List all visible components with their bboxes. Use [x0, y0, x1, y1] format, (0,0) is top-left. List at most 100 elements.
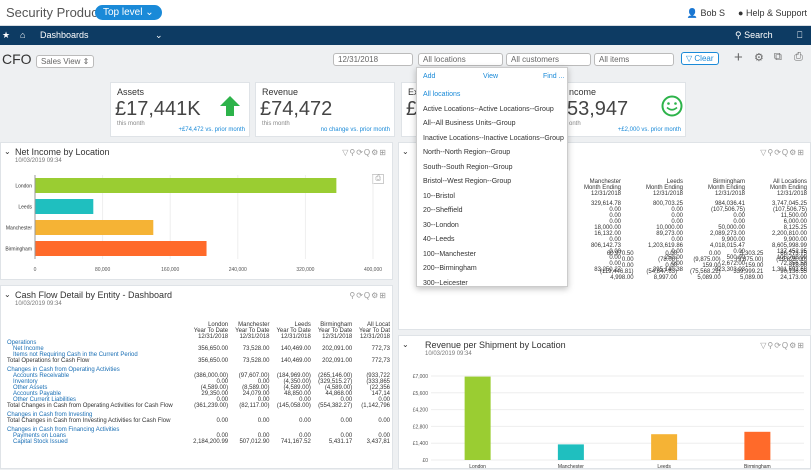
- dropdown-item[interactable]: Active Locations--Active Locations--Grou…: [423, 106, 554, 113]
- search-icon: ⚲: [735, 30, 742, 40]
- panel-tools-icons[interactable]: ▽⚲⟳Q⚙⊞: [342, 148, 387, 157]
- user-menu[interactable]: 👤 Bob S: [687, 8, 725, 19]
- locations-select[interactable]: All locations: [418, 53, 503, 66]
- kpi-sub: this month: [262, 121, 290, 127]
- panel-title: Cash Flow Detail by Entity - Dashboard: [15, 290, 173, 300]
- items-select[interactable]: All items: [594, 53, 674, 66]
- dropdown-item[interactable]: All locations: [423, 91, 460, 98]
- revenue-shipment-panel: ⌄ Revenue per Shipment by Location 10/03…: [398, 335, 811, 470]
- kpi-value: £74,472: [260, 98, 333, 120]
- x-tick-label: 240,000: [229, 267, 247, 273]
- dropdown-item[interactable]: 200--Birmingham: [423, 265, 477, 272]
- dropdown-item[interactable]: Inactive Locations--Inactive Locations--…: [423, 135, 564, 142]
- table-cell: [188, 424, 230, 433]
- panel-tools-icons[interactable]: ▽⚲⟳Q⚙⊞: [760, 148, 805, 157]
- chevron-down-icon[interactable]: ⌄: [4, 290, 11, 299]
- y-tick-label: £0: [422, 458, 428, 464]
- table-cell: 3,437,81: [366, 439, 390, 445]
- category-label: Birmingham: [744, 464, 771, 470]
- table-cell: Changes in Cash from Operating Activitie…: [7, 367, 120, 373]
- brand-name: Security Products: [6, 5, 108, 20]
- bar: [651, 434, 678, 460]
- table-cell: [354, 424, 392, 433]
- home-icon[interactable]: ⌂: [20, 30, 25, 40]
- panel-tools-icons[interactable]: ⚲⟳Q⚙⊞: [349, 291, 387, 300]
- category-label: London: [469, 464, 486, 470]
- bar: [557, 444, 584, 460]
- table-cell: [354, 364, 392, 373]
- y-tick-label: £2,800: [413, 424, 429, 430]
- chevron-down-icon[interactable]: ⌄: [402, 147, 409, 156]
- kpi-change: no change vs. prior month: [320, 127, 390, 133]
- kpi-change: +£2,000 vs. prior month: [617, 127, 681, 133]
- category-label: Leeds: [657, 464, 671, 470]
- table-cell: [271, 364, 312, 373]
- table-cell: [271, 424, 312, 433]
- date-field[interactable]: 12/31/2018: [333, 53, 413, 66]
- y-tick-label: £7,000: [413, 374, 429, 380]
- chevron-down-icon[interactable]: ⌄: [4, 147, 11, 156]
- table-cell: 5,089.00: [740, 275, 764, 281]
- copy-icon[interactable]: ⧉: [774, 51, 782, 64]
- bar: [35, 241, 207, 256]
- dropdown-item[interactable]: 40--Leeds: [423, 236, 455, 243]
- net-income-panel: ⌄ Net Income by Location 10/03/2019 09:3…: [0, 142, 393, 280]
- page-title: CFO: [2, 51, 32, 67]
- print-icon[interactable]: ⎙: [794, 51, 803, 64]
- app-header: Security Products Top level ⌄ 👤 Bob S ● …: [0, 0, 811, 26]
- dropdown-item[interactable]: 300--Leicester: [423, 280, 468, 287]
- cash-flow-panel: ⌄ Cash Flow Detail by Entity - Dashboard…: [0, 285, 393, 469]
- table-cell: [188, 364, 230, 373]
- star-icon[interactable]: ★: [2, 30, 10, 41]
- kpi-title: Revenue: [262, 87, 299, 97]
- search-button[interactable]: ⚲ Search: [735, 30, 773, 41]
- view-select[interactable]: Sales View ⇕: [36, 55, 95, 68]
- dropdown-view[interactable]: View: [483, 73, 498, 80]
- table-cell: [230, 409, 271, 418]
- top-level-selector[interactable]: Top level ⌄: [95, 5, 162, 20]
- dropdown-item[interactable]: 100--Manchester: [423, 251, 476, 258]
- panel-tools-icons[interactable]: ▽⚲⟳Q⚙⊞: [760, 341, 805, 350]
- dashboards-menu[interactable]: Dashboards: [40, 30, 89, 40]
- panel-title: Net Income by Location: [15, 147, 110, 157]
- panel-date: 10/03/2019 09:34: [15, 158, 62, 164]
- chevron-down-icon[interactable]: ⌄: [155, 30, 163, 41]
- dropdown-add[interactable]: Add: [423, 73, 435, 80]
- bar: [35, 220, 154, 235]
- bar: [744, 431, 771, 460]
- net-income-chart: 0 80,000 160,000 240,000 320,000 400,000 Londo…: [5, 175, 382, 273]
- bookmark-icon[interactable]: ⎕: [797, 30, 802, 41]
- add-icon[interactable]: +: [734, 49, 743, 66]
- dropdown-find[interactable]: Find ...: [543, 73, 564, 80]
- kpi-sub: onth: [569, 121, 581, 127]
- x-tick-label: 320,000: [296, 267, 314, 273]
- dropdown-item[interactable]: All--All Business Units--Group: [423, 120, 516, 127]
- x-tick-label: 0: [34, 267, 37, 273]
- table-header: 12/31/2018: [359, 334, 390, 340]
- dropdown-item[interactable]: 30--London: [423, 222, 459, 229]
- kpi-title: ncome: [569, 87, 597, 97]
- kpi-assets[interactable]: Assets £17,441K this month +£74,472 vs. …: [110, 82, 250, 137]
- x-tick-label: 80,000: [95, 267, 111, 273]
- panel-title: Revenue per Shipment by Location: [425, 340, 566, 350]
- gear-icon[interactable]: ⚙: [754, 51, 764, 64]
- table-cell: Capital Stock Issued: [13, 439, 68, 445]
- table-cell: 2,184,200.99: [193, 439, 229, 445]
- clear-filter-button[interactable]: ▽ Clear: [681, 52, 719, 65]
- dropdown-item[interactable]: North--North Region--Group: [423, 149, 510, 156]
- chevron-down-icon[interactable]: ⌄: [402, 340, 409, 349]
- dropdown-item[interactable]: 10--Bristol: [423, 193, 455, 200]
- dropdown-item[interactable]: 20--Sheffield: [423, 207, 463, 214]
- dropdown-item[interactable]: South--South Region--Group: [423, 164, 513, 171]
- panel-date: 10/03/2019 09:34: [425, 351, 472, 357]
- table-row: Changes in Cash from Operating Activitie…: [5, 364, 392, 373]
- kpi-value: £17,441K: [115, 98, 201, 120]
- customers-select[interactable]: All customers: [506, 53, 591, 66]
- x-tick-label: 160,000: [161, 267, 179, 273]
- help-link[interactable]: ● Help & Support: [738, 8, 807, 18]
- table-cell: 5,089.00: [697, 275, 721, 281]
- table-cell: [313, 409, 354, 418]
- kpi-sub: this month: [117, 121, 145, 127]
- kpi-revenue[interactable]: Revenue £74,472 this month no change vs.…: [255, 82, 395, 137]
- dropdown-item[interactable]: Bristol--West Region--Group: [423, 178, 511, 185]
